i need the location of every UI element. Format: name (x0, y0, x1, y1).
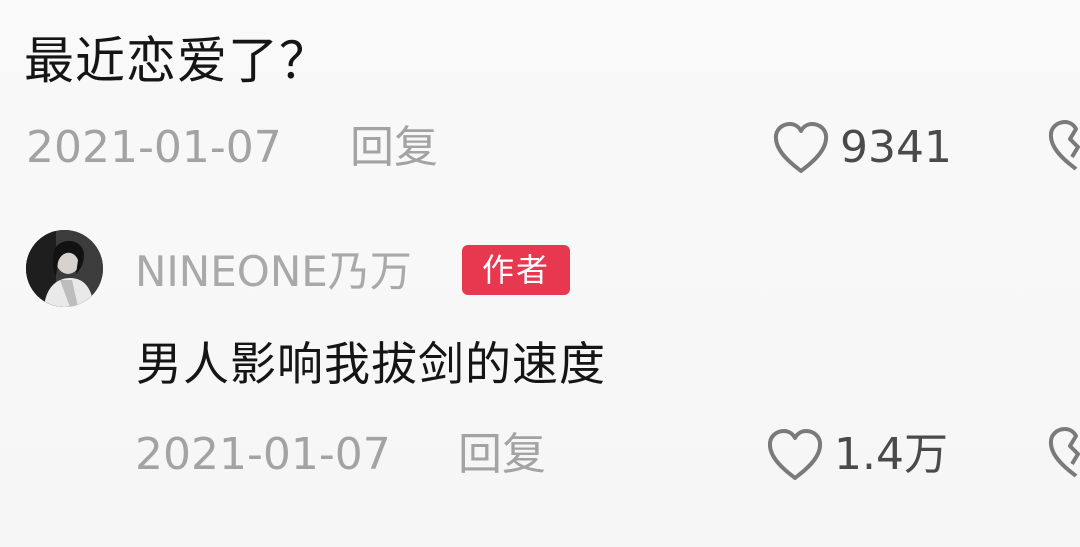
reply-reply-button[interactable]: 回复 (458, 425, 546, 485)
comment-text: 最近恋爱了？ (24, 32, 330, 90)
reply-like-count: 1.4万 (834, 429, 948, 480)
comment-dislike-button[interactable] (1046, 118, 1080, 178)
comment-like-count: 9341 (840, 122, 952, 173)
comment-like-button[interactable]: 9341 (772, 118, 952, 178)
author-badge: 作者 (462, 245, 570, 295)
comment-date: 2021-01-07 (26, 122, 282, 173)
reply-text: 男人影响我拔剑的速度 (136, 337, 606, 391)
reply-date: 2021-01-07 (135, 429, 391, 480)
heart-outline-icon (766, 428, 824, 482)
comment-meta-row: 2021-01-07 回复 9341 (0, 118, 1080, 178)
comment-thread: 最近恋爱了？ 2021-01-07 回复 9341 NINEONE乃万 作者 男… (0, 0, 1080, 547)
reply-meta-row: 2021-01-07 回复 1.4万 (0, 425, 1080, 485)
reply-like-button[interactable]: 1.4万 (766, 425, 948, 485)
heart-outline-icon (772, 121, 830, 175)
broken-heart-icon (1046, 426, 1080, 484)
broken-heart-icon (1046, 119, 1080, 177)
avatar[interactable] (26, 230, 103, 307)
comment-reply-button[interactable]: 回复 (350, 118, 438, 178)
reply-dislike-button[interactable] (1046, 425, 1080, 485)
reply-username[interactable]: NINEONE乃万 (135, 243, 412, 301)
